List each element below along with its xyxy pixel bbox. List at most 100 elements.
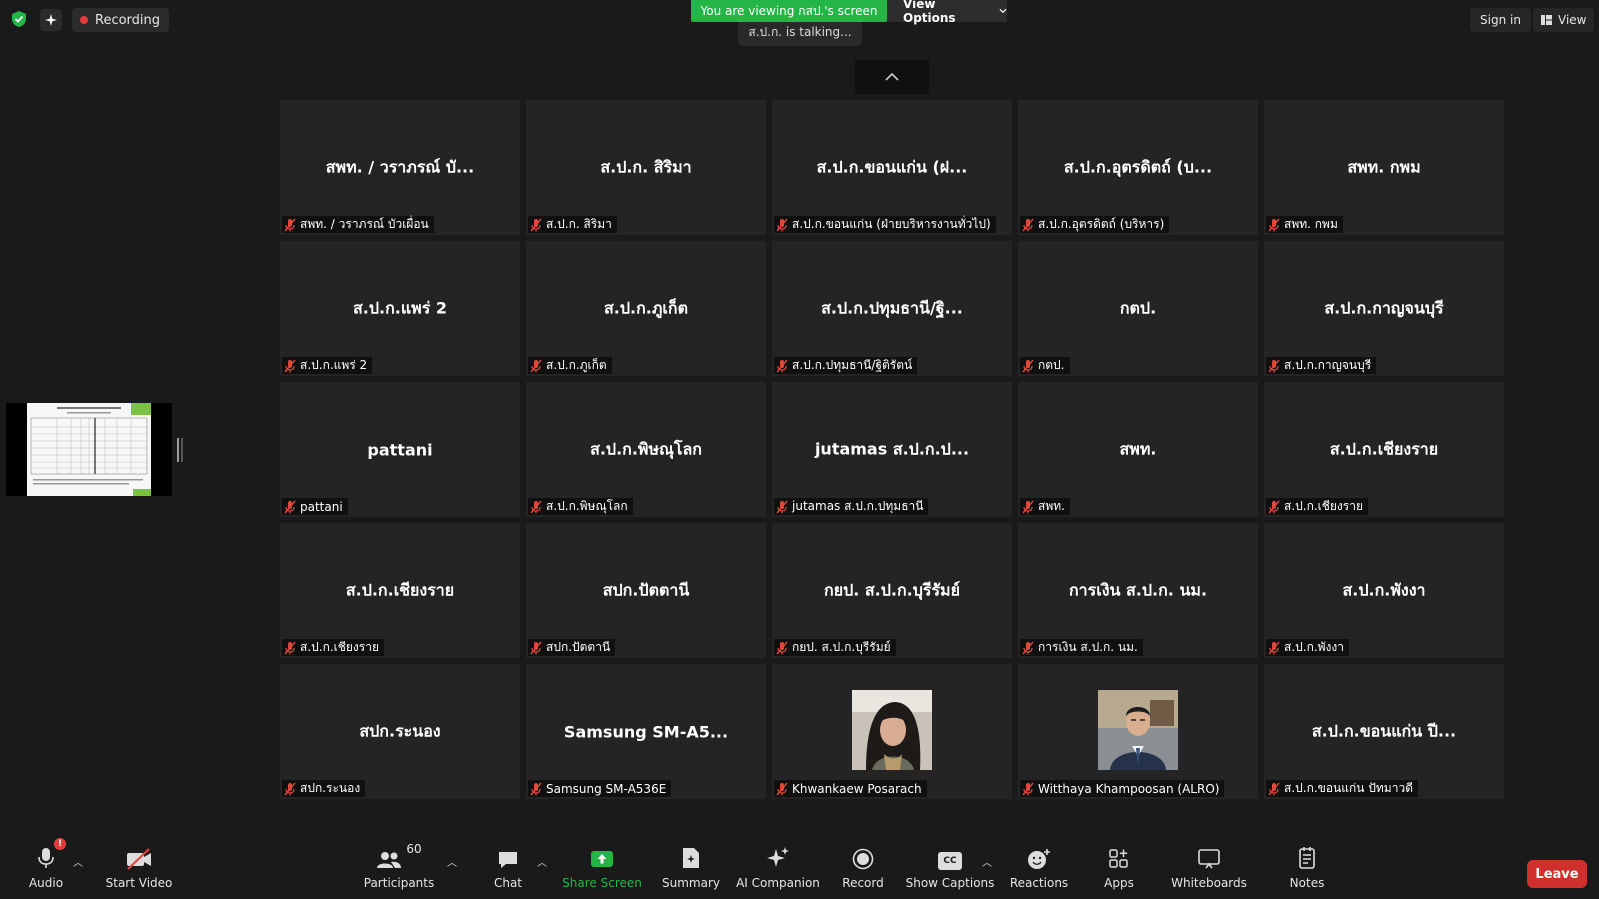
- whiteboards-label: Whiteboards: [1171, 876, 1247, 890]
- share-screen-button[interactable]: Share Screen: [562, 840, 642, 890]
- participant-avatar: [852, 690, 932, 770]
- talking-text: ส.ป.ก. is talking...: [748, 24, 852, 39]
- view-options-button[interactable]: View Options: [887, 0, 1007, 25]
- participant-tile[interactable]: ส.ป.ก.ปทุมธานี/ฐิ... ส.ป.ก.ปทุมธานี/ฐิติร…: [772, 241, 1012, 376]
- ai-sparkle-icon[interactable]: [40, 9, 62, 31]
- mic-muted-icon: [1022, 782, 1034, 796]
- sign-in-button[interactable]: Sign in: [1470, 8, 1531, 32]
- mic-muted-icon: [530, 782, 542, 796]
- participant-name-label: ส.ป.ก.เชียงราย: [282, 639, 385, 656]
- participant-display-name: ส.ป.ก.ขอนแก่น ปี...: [1311, 721, 1457, 740]
- apps-label: Apps: [1104, 876, 1134, 890]
- summary-button[interactable]: Summary: [662, 840, 720, 890]
- participants-icon: [377, 852, 402, 868]
- recording-indicator[interactable]: Recording: [72, 8, 170, 32]
- view-button[interactable]: View: [1533, 8, 1595, 32]
- recording-label: Recording: [95, 12, 161, 28]
- participant-tile[interactable]: สปก.ปัตตานี สปก.ปัตตานี: [526, 523, 766, 658]
- chat-options-caret-icon[interactable]: ︿: [537, 854, 547, 869]
- meeting-toolbar: ! Audio ︿ Start Video 60 Participants ︿ …: [0, 838, 1599, 899]
- audio-options-caret-icon[interactable]: ︿: [73, 854, 83, 869]
- participant-name-label: ส.ป.ก. สิริมา: [528, 216, 617, 233]
- mic-muted-icon: [776, 218, 788, 232]
- participant-display-name: ส.ป.ก.ขอนแก่น (ฝ...: [816, 157, 968, 176]
- participant-name-text: ส.ป.ก.พิษณุโลก: [546, 499, 628, 513]
- participant-tile[interactable]: ส.ป.ก.ขอนแก่น ปี... ส.ป.ก.ขอนแก่น ปัทมาวด…: [1264, 664, 1504, 799]
- participant-name-text: ส.ป.ก.ขอนแก่น (ฝ่ายบริหารงานทั่วไป): [792, 217, 991, 231]
- record-button[interactable]: Record: [842, 840, 884, 890]
- participants-button[interactable]: 60 Participants: [364, 840, 435, 890]
- audio-button[interactable]: ! Audio: [28, 838, 66, 890]
- start-video-label: Start Video: [105, 876, 173, 890]
- participant-tile[interactable]: สปก.ระนอง สปก.ระนอง: [280, 664, 520, 799]
- participant-name-label: jutamas ส.ป.ก.ปทุมธานี: [774, 498, 929, 515]
- participant-name-label: ส.ป.ก.กาญจนบุรี: [1266, 357, 1377, 374]
- reactions-emoji-icon: [1028, 849, 1050, 869]
- chat-button[interactable]: Chat: [491, 840, 525, 890]
- participant-tile[interactable]: ส.ป.ก.แพร่ 2 ส.ป.ก.แพร่ 2: [280, 241, 520, 376]
- participant-name-text: Khwankaew Posarach: [792, 781, 922, 796]
- apps-button[interactable]: Apps: [1102, 840, 1136, 890]
- participant-tile[interactable]: Witthaya Khampoosan (ALRO): [1018, 664, 1258, 799]
- show-captions-button[interactable]: CC Show Captions: [906, 840, 994, 890]
- participant-tile[interactable]: ส.ป.ก.เชียงราย ส.ป.ก.เชียงราย: [280, 523, 520, 658]
- participant-tile[interactable]: สพท. กพม สพท. กพม: [1264, 100, 1504, 235]
- grid-view-icon: [1541, 15, 1552, 25]
- participant-tile[interactable]: jutamas ส.ป.ก.ป... jutamas ส.ป.ก.ปทุมธานี: [772, 382, 1012, 517]
- participant-display-name: ส.ป.ก.ภูเก็ต: [604, 298, 688, 317]
- participant-tile[interactable]: ส.ป.ก.ภูเก็ต ส.ป.ก.ภูเก็ต: [526, 241, 766, 376]
- participant-name-text: สพท. / วราภรณ์ บัวเผื่อน: [300, 217, 429, 231]
- participant-name-label: ส.ป.ก.ภูเก็ต: [528, 357, 612, 374]
- mic-muted-icon: [1268, 641, 1280, 655]
- participant-tile[interactable]: การเงิน ส.ป.ก. นม. การเงิน ส.ป.ก. นม.: [1018, 523, 1258, 658]
- mic-muted-icon: [1268, 782, 1280, 796]
- participant-tile[interactable]: Khwankaew Posarach: [772, 664, 1012, 799]
- participants-label: Participants: [363, 876, 435, 890]
- participant-tile[interactable]: ส.ป.ก. สิริมา ส.ป.ก. สิริมา: [526, 100, 766, 235]
- mic-muted-icon: [284, 359, 296, 373]
- participants-count: 60: [406, 842, 422, 856]
- participant-tile[interactable]: ส.ป.ก.ขอนแก่น (ฝ... ส.ป.ก.ขอนแก่น (ฝ่ายบร…: [772, 100, 1012, 235]
- record-icon: [852, 848, 874, 870]
- captions-options-caret-icon[interactable]: ︿: [982, 854, 992, 869]
- participant-name-text: ส.ป.ก.เชียงราย: [1284, 499, 1364, 513]
- participant-display-name: pattani: [367, 440, 433, 459]
- participant-name-text: สปก.ระนอง: [300, 781, 361, 795]
- leave-button[interactable]: Leave: [1527, 860, 1587, 888]
- participant-name-label: ส.ป.ก.อุตรดิตถ์ (บริหาร): [1020, 216, 1170, 233]
- mic-muted-icon: [284, 641, 296, 655]
- security-shield-icon[interactable]: [10, 10, 28, 28]
- resize-handle[interactable]: [177, 438, 179, 462]
- participant-name-label: Khwankaew Posarach: [774, 780, 927, 797]
- participant-tile[interactable]: ส.ป.ก.พังงา ส.ป.ก.พังงา: [1264, 523, 1504, 658]
- whiteboards-button[interactable]: Whiteboards: [1171, 840, 1247, 890]
- shared-screen-thumbnail[interactable]: [6, 403, 172, 496]
- audio-label: Audio: [28, 876, 64, 890]
- participant-display-name: ส.ป.ก.แพร่ 2: [353, 298, 447, 317]
- viewing-screen-banner: You are viewing กสป.'s screen: [691, 0, 887, 22]
- participant-tile[interactable]: สพท. สพท.: [1018, 382, 1258, 517]
- notes-button[interactable]: Notes: [1290, 840, 1324, 890]
- start-video-button[interactable]: Start Video: [106, 840, 172, 890]
- participant-tile[interactable]: กยป. ส.ป.ก.บุรีรัมย์ กยป. ส.ป.ก.บุรีรัมย์: [772, 523, 1012, 658]
- mic-muted-icon: [776, 359, 788, 373]
- participant-tile[interactable]: กตป. กตป.: [1018, 241, 1258, 376]
- participant-tile[interactable]: Samsung SM-A5... Samsung SM-A536E: [526, 664, 766, 799]
- participant-tile[interactable]: ส.ป.ก.อุตรดิตถ์ (บ... ส.ป.ก.อุตรดิตถ์ (บร…: [1018, 100, 1258, 235]
- participant-display-name: กตป.: [1119, 298, 1157, 317]
- ai-companion-button[interactable]: AI Companion: [736, 840, 820, 890]
- participant-tile[interactable]: สพท. / วราภรณ์ บั... สพท. / วราภรณ์ บัวเผ…: [280, 100, 520, 235]
- participant-tile[interactable]: ส.ป.ก.พิษณุโลก ส.ป.ก.พิษณุโลก: [526, 382, 766, 517]
- participant-tile[interactable]: ส.ป.ก.กาญจนบุรี ส.ป.ก.กาญจนบุรี: [1264, 241, 1504, 376]
- record-label: Record: [842, 876, 884, 890]
- collapse-gallery-button[interactable]: [855, 60, 929, 94]
- participants-options-caret-icon[interactable]: ︿: [447, 854, 457, 869]
- participant-display-name: ส.ป.ก.พิษณุโลก: [590, 439, 702, 458]
- participant-tile[interactable]: ส.ป.ก.เชียงราย ส.ป.ก.เชียงราย: [1264, 382, 1504, 517]
- participant-display-name: ส.ป.ก.กาญจนบุรี: [1324, 298, 1444, 317]
- participant-name-text: สปก.ปัตตานี: [546, 640, 611, 654]
- participant-name-text: ส.ป.ก.ขอนแก่น ปัทมาวดี: [1284, 781, 1413, 795]
- participant-name-label: ส.ป.ก.ขอนแก่น (ฝ่ายบริหารงานทั่วไป): [774, 216, 996, 233]
- participant-tile[interactable]: pattani pattani: [280, 382, 520, 517]
- reactions-button[interactable]: Reactions: [1010, 840, 1068, 890]
